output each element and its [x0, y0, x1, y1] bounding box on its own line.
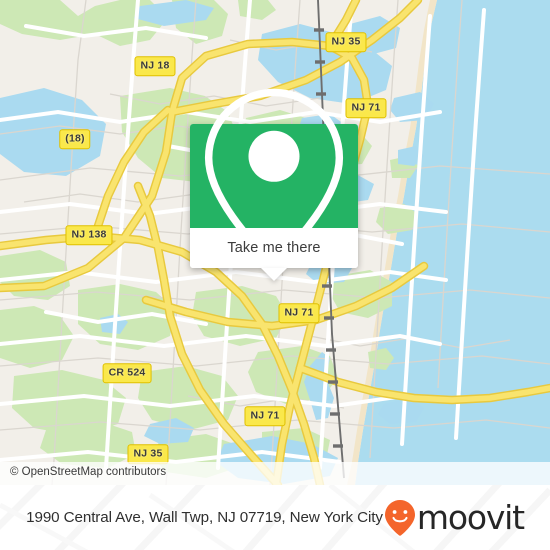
moovit-pin-icon	[384, 499, 415, 536]
take-me-there-label: Take me there	[227, 240, 321, 256]
shield-nj-35-south[interactable]: NJ 35	[127, 444, 169, 464]
shield-18-alt[interactable]: (18)	[59, 129, 91, 149]
footer-content: 1990 Central Ave, Wall Twp, NJ 07719, Ne…	[0, 485, 550, 550]
address-label: 1990 Central Ave, Wall Twp, NJ 07719, Ne…	[26, 509, 383, 526]
popup-pointer-tail	[261, 268, 287, 281]
map-canvas[interactable]: NJ 35 NJ 18 NJ 71 (18) NJ 138 NJ 71 CR 5…	[0, 0, 550, 485]
location-popup-card[interactable]: Take me there	[190, 88, 358, 281]
map-pin-icon	[204, 88, 344, 265]
popup-header	[190, 88, 358, 265]
popup-footer[interactable]: Take me there	[190, 228, 358, 281]
map-attribution[interactable]: © OpenStreetMap contributors	[0, 462, 550, 485]
shield-nj-138[interactable]: NJ 138	[65, 225, 113, 245]
moovit-map-screenshot: NJ 35 NJ 18 NJ 71 (18) NJ 138 NJ 71 CR 5…	[0, 0, 550, 550]
shield-cr-524[interactable]: CR 524	[102, 363, 152, 383]
shield-nj-18[interactable]: NJ 18	[134, 56, 176, 76]
footer-bar: 1990 Central Ave, Wall Twp, NJ 07719, Ne…	[0, 485, 550, 550]
moovit-wordmark: moovit	[416, 498, 525, 537]
moovit-logo[interactable]: moovit	[384, 498, 525, 537]
